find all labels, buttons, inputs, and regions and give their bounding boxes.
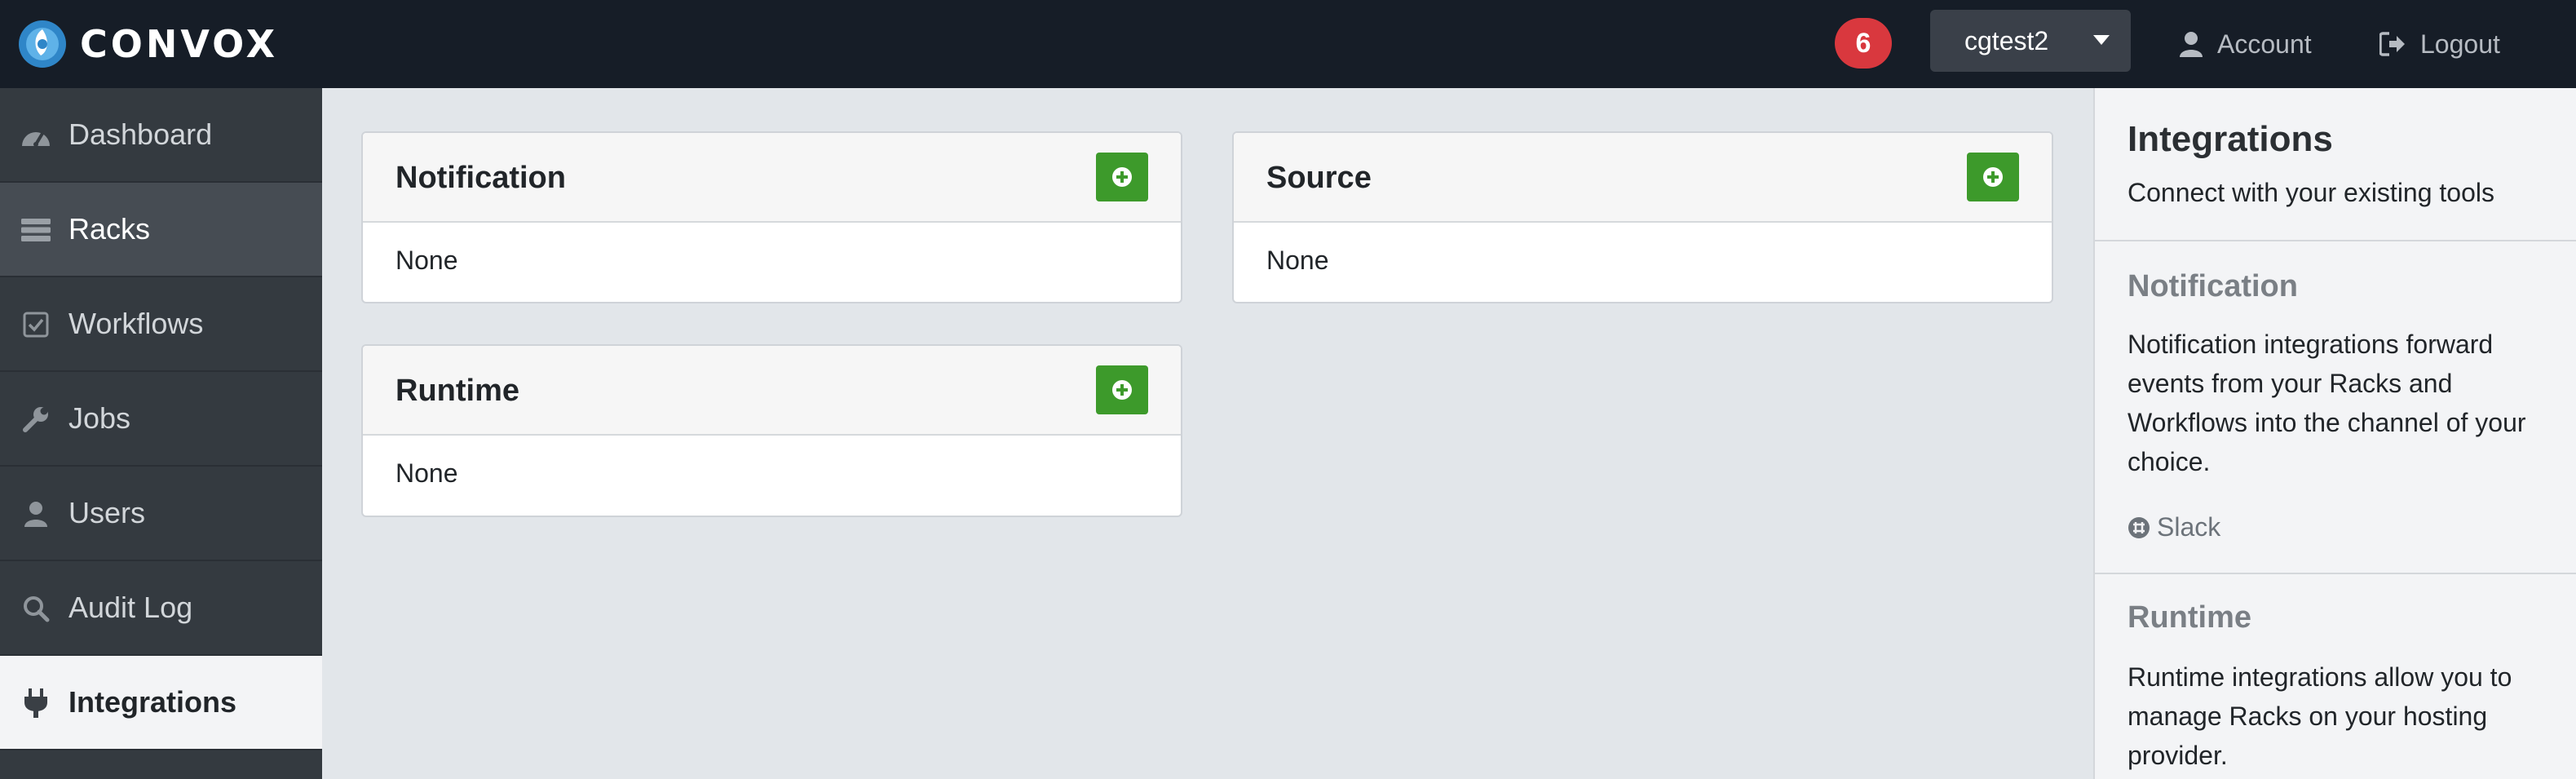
plus-circle-icon xyxy=(1112,167,1132,187)
card-body-text: None xyxy=(395,458,458,488)
plug-icon xyxy=(20,688,52,718)
runtime-description: Runtime integrations allow you to manage… xyxy=(2128,662,2512,770)
add-source-button[interactable] xyxy=(1967,153,2019,201)
dashboard-icon xyxy=(20,121,52,150)
card-header: Source xyxy=(1234,133,2052,223)
add-runtime-button[interactable] xyxy=(1096,365,1148,414)
user-icon xyxy=(2180,32,2203,57)
account-link[interactable]: Account xyxy=(2180,20,2312,69)
plus-circle-icon xyxy=(1983,167,2003,187)
sidebar-item-jobs[interactable]: Jobs xyxy=(0,372,322,467)
sidebar-item-label: Workflows xyxy=(68,307,204,340)
slack-label: Slack xyxy=(2157,512,2221,542)
brand[interactable]: CONVOX xyxy=(18,20,278,69)
divider xyxy=(2095,240,2576,241)
wrench-icon xyxy=(20,405,52,434)
sidebar-item-label: Audit Log xyxy=(68,591,193,624)
sidebar-item-label: Integrations xyxy=(68,685,237,719)
server-icon xyxy=(20,215,52,245)
rack-selector[interactable]: cgtest2 xyxy=(1930,10,2131,72)
integrations-info-panel: Integrations Connect with your existing … xyxy=(2093,88,2576,779)
user-icon xyxy=(20,499,52,529)
panel-title: Integrations xyxy=(2128,119,2333,159)
sidebar-item-label: Users xyxy=(68,496,146,529)
panel-subtitle: Connect with your existing tools xyxy=(2128,178,2494,207)
sidebar-item-integrations[interactable]: Integrations xyxy=(0,656,322,750)
logout-link[interactable]: Logout xyxy=(2379,20,2500,69)
notification-description: Notification integrations forward events… xyxy=(2128,330,2526,476)
card-header: Runtime xyxy=(363,346,1181,436)
sidebar-item-audit-log[interactable]: Audit Log xyxy=(0,561,322,656)
card-body-text: None xyxy=(1266,246,1329,275)
search-icon xyxy=(20,594,52,623)
slack-integration-link[interactable]: Slack xyxy=(2128,512,2220,542)
account-label: Account xyxy=(2217,29,2312,59)
runtime-card: Runtime None xyxy=(361,344,1182,517)
plus-circle-icon xyxy=(1112,380,1132,400)
sidebar-item-label: Dashboard xyxy=(68,117,213,151)
card-title: Runtime xyxy=(395,374,519,408)
convox-logo-icon xyxy=(19,20,66,68)
add-notification-button[interactable] xyxy=(1096,153,1148,201)
runtime-section-title: Runtime xyxy=(2128,600,2251,635)
card-header: Notification xyxy=(363,133,1181,223)
notification-badge[interactable]: 6 xyxy=(1835,18,1892,69)
brand-name: CONVOX xyxy=(80,22,279,66)
card-title: Notification xyxy=(395,161,566,195)
caret-down-icon xyxy=(2093,35,2110,45)
sidebar-item-dashboard[interactable]: Dashboard xyxy=(0,88,322,183)
slack-icon xyxy=(2128,516,2150,538)
notification-section-title: Notification xyxy=(2128,269,2298,303)
sidebar-item-racks[interactable]: Racks xyxy=(0,183,322,277)
card-title: Source xyxy=(1266,161,1372,195)
divider xyxy=(2095,573,2576,574)
sidebar-item-label: Racks xyxy=(68,212,151,246)
notification-card: Notification None xyxy=(361,131,1182,303)
sidebar-item-users[interactable]: Users xyxy=(0,467,322,561)
source-card: Source None xyxy=(1232,131,2053,303)
top-navbar: CONVOX 6 cgtest2 Account Logout xyxy=(0,0,2576,88)
sign-out-icon xyxy=(2379,32,2405,56)
sidebar-item-label: Jobs xyxy=(68,401,131,435)
sidebar: Dashboard Racks Workflows Jobs Users Aud… xyxy=(0,88,322,779)
sidebar-item-workflows[interactable]: Workflows xyxy=(0,277,322,372)
logout-label: Logout xyxy=(2420,29,2500,59)
checkbox-icon xyxy=(20,310,52,339)
card-body-text: None xyxy=(395,246,458,275)
rack-selector-value: cgtest2 xyxy=(1964,25,2049,55)
